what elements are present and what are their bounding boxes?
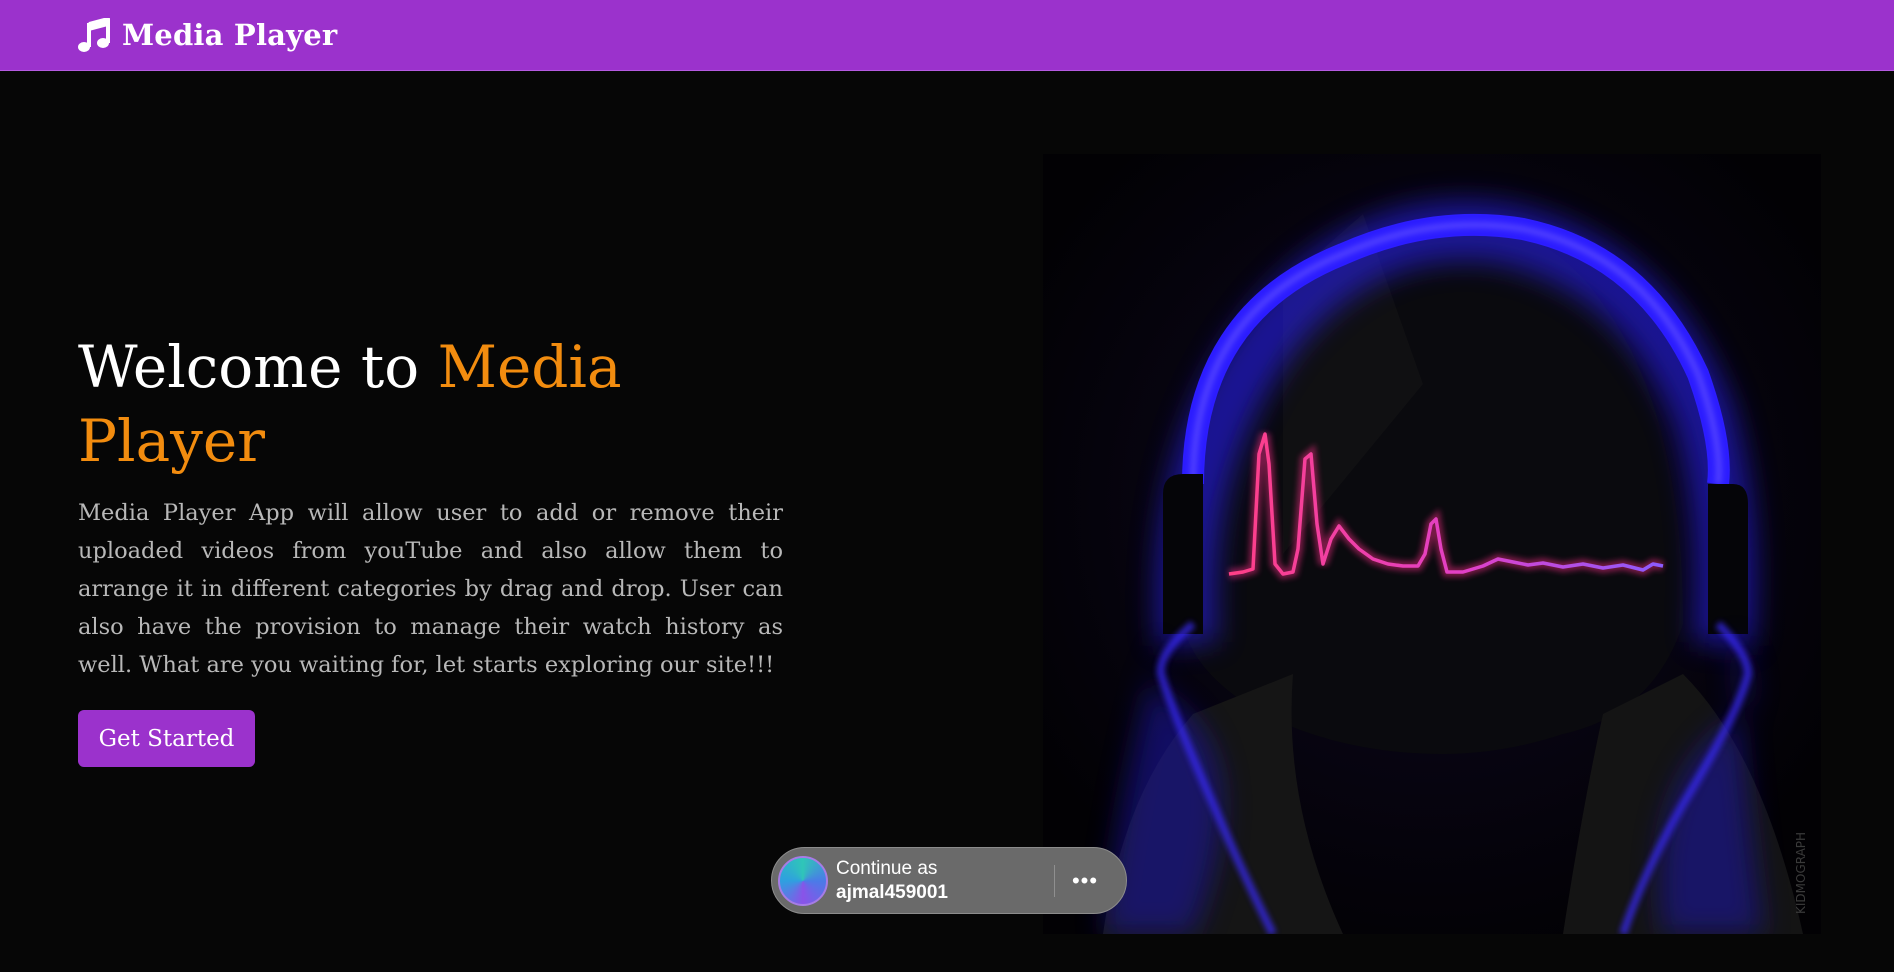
account-username: ajmal459001 [836, 881, 948, 903]
hero-title: Welcome to Media Player [78, 330, 783, 478]
headphones-waveform-image: KIDMOGRAPH [1043, 154, 1821, 934]
svg-text:KIDMOGRAPH: KIDMOGRAPH [1794, 832, 1808, 914]
continue-as-label: Continue as [836, 857, 938, 879]
hero-image: KIDMOGRAPH [1043, 154, 1821, 934]
brand-title: Media Player [122, 18, 338, 52]
music-note-icon [78, 18, 110, 52]
get-started-button[interactable]: Get Started [78, 710, 255, 767]
hero-description: Media Player App will allow user to add … [78, 500, 783, 678]
more-horizontal-icon[interactable]: ••• [1063, 868, 1107, 894]
navbar: Media Player [0, 0, 1894, 71]
hero-section: Welcome to Media Player Media Player App… [78, 330, 783, 767]
hero-title-prefix: Welcome to [78, 333, 438, 401]
divider [1054, 864, 1055, 897]
account-text: Continue as ajmal459001 [836, 857, 1054, 905]
account-chooser-prompt[interactable]: Continue as ajmal459001 ••• [771, 847, 1127, 914]
brand[interactable]: Media Player [78, 18, 337, 52]
avatar [778, 855, 828, 906]
